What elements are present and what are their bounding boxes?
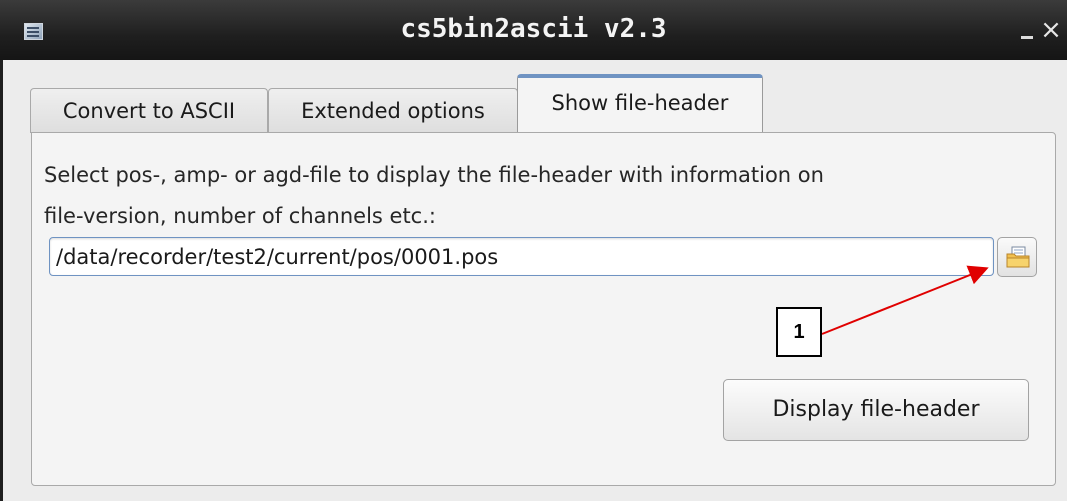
instructions-line-2: file-version, number of channels etc.: [44, 204, 436, 228]
file-path-input[interactable] [49, 237, 994, 276]
window-title: cs5bin2ascii v2.3 [400, 14, 667, 44]
close-button[interactable]: × [1040, 17, 1062, 43]
display-file-header-button[interactable]: Display file-header [723, 379, 1029, 441]
tab-extended-options[interactable]: Extended options [268, 88, 518, 133]
window-frame [0, 60, 3, 501]
app-window: cs5bin2ascii v2.3 × Convert to ASCII Ext… [0, 0, 1067, 501]
folder-icon [1006, 246, 1030, 268]
instructions-text: Select pos-, amp- or agd-file to display… [44, 155, 1044, 237]
callout-label: 1 [776, 307, 822, 357]
tab-panel: Select pos-, amp- or agd-file to display… [31, 132, 1056, 486]
tab-show-file-header[interactable]: Show file-header [517, 74, 763, 136]
minimize-button[interactable] [1020, 18, 1036, 42]
tab-convert-to-ascii[interactable]: Convert to ASCII [30, 88, 268, 133]
instructions-line-1: Select pos-, amp- or agd-file to display… [44, 163, 824, 187]
browse-file-button[interactable] [997, 237, 1037, 277]
title-bar[interactable]: cs5bin2ascii v2.3 × [0, 0, 1067, 60]
